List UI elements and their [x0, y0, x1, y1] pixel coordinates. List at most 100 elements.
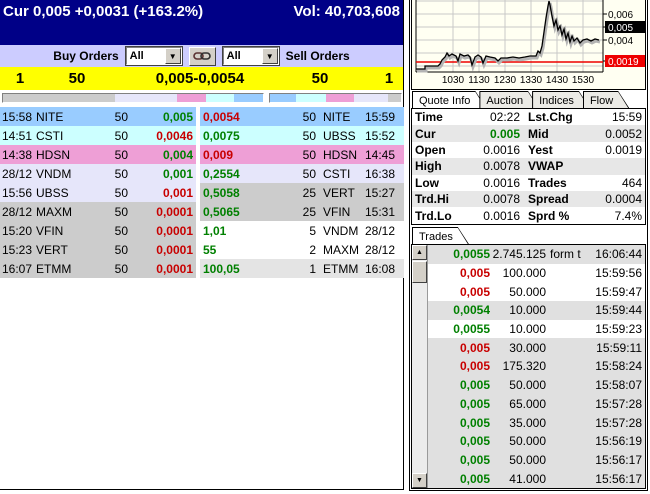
buy-side-row[interactable]: 15:23 VERT 50 0,0001	[0, 240, 196, 259]
trade-time: 15:59:44	[595, 303, 642, 318]
tab-flow[interactable]: Flow	[583, 91, 629, 108]
quote-label: Trd.Hi	[415, 192, 450, 207]
trade-price: 0,0055	[453, 322, 490, 337]
sell-side-row[interactable]: 55 2 MAXM 28/12	[200, 240, 404, 259]
sell-side-row[interactable]: 0,0075 50 UBSS 15:52	[200, 126, 404, 145]
trade-row[interactable]: 0,005 30.000 15:59:11	[428, 338, 645, 358]
y-axis-label: 0,005	[608, 23, 633, 34]
sell-side-row[interactable]: 0,2554 50 CSTI 16:38	[200, 164, 404, 183]
sell-side-row[interactable]: 0,5058 25 VERT 15:27	[200, 183, 404, 202]
chevron-down-icon[interactable]: ▼	[261, 48, 278, 64]
buy-side-row[interactable]: 28/12 MAXM 50 0,0001	[0, 202, 196, 221]
inside-bid-ask: 0,005-0,0054	[155, 70, 245, 87]
sell-price: 0,009	[203, 147, 234, 162]
trade-row[interactable]: 0,005 50.000 15:58:07	[428, 375, 645, 395]
table-row[interactable]: 15:58 NITE 50 0,005 0,0054 50 NITE 15:59	[0, 107, 404, 126]
trade-time: 15:56:19	[595, 434, 642, 449]
trade-row[interactable]: 0,005 50.000 15:59:47	[428, 282, 645, 301]
sell-qty: 50	[302, 166, 316, 181]
sell-filter-dropdown[interactable]: All ▼	[221, 46, 280, 66]
buy-side-row[interactable]: 15:58 NITE 50 0,005	[0, 107, 196, 126]
sell-time: 15:59	[364, 109, 395, 124]
buy-qty: 50	[114, 204, 128, 219]
sell-side-row[interactable]: 100,05 1 ETMM 16:08	[200, 259, 404, 278]
table-row[interactable]: 14:38 HDSN 50 0,004 0,009 50 HDSN 14:45	[0, 145, 404, 164]
table-row[interactable]: 14:51 CSTI 50 0,0046 0,0075 50 UBSS 15:52	[0, 126, 404, 145]
buy-time: 16:07	[2, 261, 33, 276]
trade-row[interactable]: 0,005 100.000 15:59:56	[428, 264, 645, 283]
trade-price: 0,005	[459, 434, 490, 449]
scroll-up-icon[interactable]: ▲	[412, 245, 427, 260]
sell-qty: 1	[309, 261, 316, 276]
buy-side-row[interactable]: 28/12 VNDM 50 0,001	[0, 164, 196, 183]
sell-time: 14:45	[364, 147, 395, 162]
trades-tab-bar: Trades	[412, 227, 462, 244]
trade-row[interactable]: 0,0055 2.745.125 form t 16:06:44	[428, 245, 645, 264]
tab-trades[interactable]: Trades	[412, 227, 469, 244]
buy-size-total: 50	[68, 70, 86, 87]
trade-size: 50.000	[509, 452, 546, 467]
sell-time: 28/12	[364, 223, 395, 238]
table-row[interactable]: 15:20 VFIN 50 0,0001 1,01 5 VNDM 28/12	[0, 221, 404, 240]
buy-time: 28/12	[2, 204, 33, 219]
buy-order-count: 1	[15, 70, 25, 87]
tab-auction[interactable]: Auction	[479, 91, 539, 108]
scroll-down-icon[interactable]: ▼	[412, 473, 427, 488]
scrollbar-thumb[interactable]	[412, 261, 427, 283]
chevron-down-icon[interactable]: ▼	[164, 48, 181, 64]
trade-row[interactable]: 0,005 175.320 15:58:24	[428, 357, 645, 376]
trade-time: 15:56:17	[595, 452, 642, 467]
trade-row[interactable]: 0,005 50.000 15:56:19	[428, 431, 645, 451]
buy-time: 14:38	[2, 147, 33, 162]
tab-label: Auction	[486, 95, 524, 107]
tab-label: Flow	[589, 95, 614, 107]
trade-price: 0,005	[459, 415, 490, 430]
trades-scrollbar[interactable]: ▲ ▼	[412, 245, 428, 488]
quote-row: High 0.0078 VWAP	[412, 158, 645, 175]
tab-quote-info[interactable]: Quote Info	[412, 91, 486, 108]
buy-filter-dropdown[interactable]: All ▼	[124, 46, 183, 66]
buy-time: 15:58	[2, 109, 33, 124]
buy-time: 28/12	[2, 166, 33, 181]
buy-price: 0,001	[162, 166, 193, 181]
sell-qty: 25	[302, 204, 316, 219]
sell-side-row[interactable]: 0,5065 25 VFIN 15:31	[200, 202, 404, 221]
sell-market-maker: CSTI	[323, 166, 351, 181]
table-row[interactable]: 16:07 ETMM 50 0,0001 100,05 1 ETMM 16:08	[0, 259, 404, 278]
sell-side-row[interactable]: 0,0054 50 NITE 15:59	[200, 107, 404, 126]
table-row[interactable]: 28/12 MAXM 50 0,0001 0,5065 25 VFIN 15:31	[0, 202, 404, 221]
trade-time: 15:58:24	[595, 359, 642, 374]
trade-size: 50.000	[509, 284, 546, 299]
x-axis-label: 1330	[520, 75, 543, 86]
trade-row[interactable]: 0,0054 10.000 15:59:44	[428, 301, 645, 320]
buy-side-row[interactable]: 15:56 UBSS 50 0,001	[0, 183, 196, 202]
table-row[interactable]: 28/12 VNDM 50 0,001 0,2554 50 CSTI 16:38	[0, 164, 404, 183]
trade-row[interactable]: 0,005 35.000 15:57:28	[428, 413, 645, 432]
depth-gauge	[0, 90, 403, 106]
sell-side-row[interactable]: 0,009 50 HDSN 14:45	[200, 145, 404, 164]
buy-side-row[interactable]: 15:20 VFIN 50 0,0001	[0, 221, 196, 240]
trade-price: 0,005	[459, 340, 490, 355]
tab-label: Trades	[419, 231, 453, 243]
trade-row[interactable]: 0,005 50.000 15:56:17	[428, 450, 645, 470]
trade-row[interactable]: 0,005 65.000 15:57:28	[428, 394, 645, 414]
buy-side-row[interactable]: 14:51 CSTI 50 0,0046	[0, 126, 196, 145]
sell-price: 100,05	[203, 261, 240, 276]
quote-value: 15:59	[611, 110, 642, 125]
tab-indices[interactable]: Indices	[532, 91, 590, 108]
trade-row[interactable]: 0,0055 10.000 15:59:23	[428, 320, 645, 339]
buy-side-row[interactable]: 16:07 ETMM 50 0,0001	[0, 259, 196, 278]
trade-row[interactable]: 0,005 41.000 15:56:17	[428, 469, 645, 488]
buy-time: 15:56	[2, 185, 33, 200]
table-row[interactable]: 15:23 VERT 50 0,0001 55 2 MAXM 28/12	[0, 240, 404, 259]
buy-side-row[interactable]: 14:38 HDSN 50 0,004	[0, 145, 196, 164]
x-axis-label: 1130	[468, 75, 490, 86]
link-sides-button[interactable]	[188, 46, 216, 66]
depth-segment	[270, 94, 297, 102]
sell-side-row[interactable]: 1,01 5 VNDM 28/12	[200, 221, 404, 240]
quote-label: Lst.Chg	[528, 110, 573, 125]
trade-price: 0,005	[459, 266, 490, 281]
trade-size: 35.000	[509, 415, 546, 430]
table-row[interactable]: 15:56 UBSS 50 0,001 0,5058 25 VERT 15:27	[0, 183, 404, 202]
buy-price: 0,0046	[156, 128, 193, 143]
